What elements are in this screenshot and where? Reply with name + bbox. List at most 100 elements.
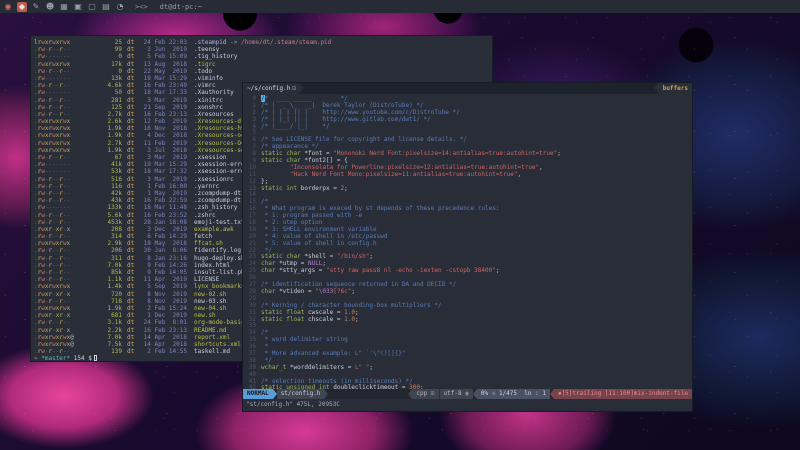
file-size: 4.6k <box>73 82 122 89</box>
code-line: 40 <box>243 371 692 378</box>
file-date: 16 Feb 23:13 <box>141 327 187 334</box>
file-name: .Xauthority <box>194 89 234 96</box>
file-date: 3 Jun 2019 <box>141 46 187 53</box>
code-line: 14 <box>243 191 692 198</box>
file-name: .xsessionrc <box>194 176 234 183</box>
file-size: 281 <box>73 97 122 104</box>
file-size: 42k <box>73 190 122 197</box>
file-permissions: .rw-r--r-- <box>34 68 73 75</box>
vim-editor-terminal[interactable]: ~/s/config.h ⊡ buffers 0/* ____ _____ */… <box>242 82 693 412</box>
file-permissions: .rw------- <box>34 168 73 175</box>
file-permissions: .rw------- <box>34 89 73 96</box>
file-permissions: .rw-r--r-- <box>34 298 73 305</box>
file-owner: dt <box>127 334 139 341</box>
files-icon[interactable]: ▤ <box>101 2 111 12</box>
file-date: 3 Jul 2018 <box>141 147 187 154</box>
file-date: 16 Feb 23:13 <box>141 111 187 118</box>
code-line: 32static float chscale = 1.0; <box>243 316 692 323</box>
file-owner: dt <box>127 226 139 233</box>
file-name: .teensy <box>194 46 219 53</box>
file-owner: dt <box>127 111 139 118</box>
file-size: 41k <box>73 161 122 168</box>
file-date: 16 Feb 23:52 <box>141 212 187 219</box>
file-date: 11 Apr 2019 <box>141 276 187 283</box>
file-owner: dt <box>127 233 139 240</box>
file-size: 133k <box>73 204 122 211</box>
code-line: 37 * More advanced example: L" `'\"()[]{… <box>243 350 692 357</box>
file-date: 3 Mar 2019 <box>141 176 187 183</box>
file-size: 208 <box>73 226 122 233</box>
file-owner: dt <box>127 82 139 89</box>
file-owner: dt <box>127 168 139 175</box>
file-owner: dt <box>127 312 139 319</box>
file-permissions: .rwxr-xr-x <box>34 312 73 319</box>
lines-icon: ≡ <box>492 390 496 397</box>
active-app-icon[interactable]: ◆ <box>17 2 27 12</box>
file-date: 8 Jan 23:16 <box>141 255 187 262</box>
tray-icon-record[interactable]: ◉ <box>3 2 13 12</box>
tab-config-h[interactable]: ~/s/config.h ⊡ <box>243 83 299 94</box>
file-owner: dt <box>127 319 139 326</box>
file-date: 24 Feb 22:03 <box>141 39 187 46</box>
file-size: 43k <box>73 197 122 204</box>
pencil-icon[interactable]: ✎ <box>31 2 41 12</box>
file-name: report.xml <box>194 334 230 341</box>
file-owner: dt <box>127 219 139 226</box>
file-date: 6 Feb 14:29 <box>141 233 187 240</box>
file-permissions: .rwxrwxrwx <box>34 118 73 125</box>
file-name: taskell.md <box>194 348 230 355</box>
file-name: .zshrc <box>194 212 216 219</box>
file-owner: dt <box>127 197 139 204</box>
file-name: hugo-deploy.sh <box>194 255 245 262</box>
window-icon[interactable]: ▢ <box>87 2 97 12</box>
clock-icon[interactable]: ◔ <box>115 2 125 12</box>
file-permissions: .rw------- <box>34 53 73 60</box>
file-size: 0 <box>73 53 122 60</box>
file-date: 19 Mar 15:29 <box>141 161 187 168</box>
code-line: 23static char *shell = "/bin/sh"; <box>243 253 692 260</box>
file-name: new-03.sh <box>194 298 227 305</box>
code-line: 1/* | _ \_ _| Derek Taylor (DistroTube) … <box>243 102 692 109</box>
code-line: 38 */ <box>243 357 692 364</box>
file-date: 14 Apr 2018 <box>141 334 187 341</box>
code-line: 24char *utmp = NULL; <box>243 260 692 267</box>
code-line: 35 * word delimiter string <box>243 336 692 343</box>
file-date: 24 Feb 8:01 <box>141 319 187 326</box>
terminal-cursor <box>94 355 98 361</box>
file-date: 5 Sep 2019 <box>141 283 187 290</box>
file-name: .tig_history <box>194 53 237 60</box>
buffers-tab[interactable]: buffers <box>659 83 692 94</box>
file-owner: dt <box>127 46 139 53</box>
file-date: 16 Nov 2018 <box>141 125 187 132</box>
image-icon[interactable]: ▦ <box>59 2 69 12</box>
file-owner: dt <box>127 147 139 154</box>
code-line: 4/* |____/ |_| */ <box>243 123 692 130</box>
file-permissions: .rw-r--r-- <box>34 219 73 226</box>
code-area[interactable]: 0/* ____ _____ */1/* | _ \_ _| Derek Tay… <box>243 94 692 389</box>
file-permissions: .rwxrwxrwx <box>34 283 73 290</box>
file-owner: dt <box>127 291 139 298</box>
file-permissions: .rw-r--r-- <box>34 212 73 219</box>
file-row: lrwxrwxrwx25dt24 Feb 22:03.steampid -> /… <box>34 39 492 46</box>
cursor-position-indicator: 0% ≡ 1/475 ln : 1 <box>477 389 550 399</box>
file-size: 7.5k <box>73 341 122 348</box>
folder-icon[interactable]: ▣ <box>73 2 83 12</box>
file-size: 1.4k <box>73 283 122 290</box>
code-line: 25char *stty_args = "stty raw pass8 nl -… <box>243 267 692 274</box>
file-permissions: .rwxrwxrwx@ <box>34 341 73 348</box>
file-owner: dt <box>127 283 139 290</box>
file-name: .yarnrc <box>194 183 219 190</box>
file-size: 67 <box>73 154 122 161</box>
file-owner: dt <box>127 190 139 197</box>
file-date: 8 Nov 2019 <box>141 291 187 298</box>
file-owner: dt <box>127 161 139 168</box>
file-permissions: .rw-r--r-- <box>34 46 73 53</box>
file-size: 681 <box>73 312 122 319</box>
file-date: 1 Dec 2019 <box>141 312 187 319</box>
file-date: 3 Mar 2019 <box>141 154 187 161</box>
file-date: 13 Aug 2018 <box>141 61 187 68</box>
file-date: 9 Feb 14:05 <box>141 269 187 276</box>
file-name: .xsession <box>194 154 227 161</box>
user-icon[interactable]: ☻ <box>45 2 55 12</box>
code-line: 10 "Inconsolata for Powerline:pixelsize=… <box>243 164 692 171</box>
